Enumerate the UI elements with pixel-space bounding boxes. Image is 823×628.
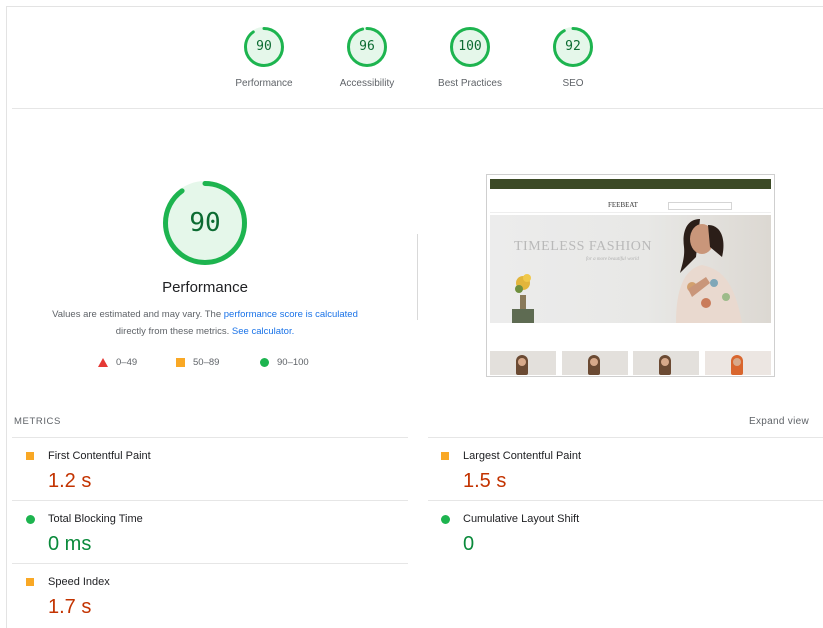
- thumb-hero-title: TIMELESS FASHION: [514, 239, 653, 254]
- desc-text: Values are estimated and may vary. The: [52, 309, 224, 320]
- header-divider: [12, 108, 823, 109]
- thumb-brand: FEEBEAT: [608, 201, 638, 209]
- metrics-divider: [428, 500, 823, 501]
- legend-average: 50–89: [176, 357, 219, 368]
- performance-title: Performance: [162, 279, 248, 296]
- thumb-hero-banner: TIMELESS FASHION for a more beautiful wo…: [490, 215, 771, 323]
- thumb-announcement-bar: [490, 179, 771, 189]
- metrics-divider: [12, 563, 408, 564]
- metrics-header: METRICS: [14, 416, 61, 427]
- thumb-promo-text: [490, 325, 771, 341]
- metric-value: 0 ms: [48, 533, 92, 555]
- metric-name: Cumulative Layout Shift: [463, 513, 580, 525]
- metric-first-contentful-paint[interactable]: First Contentful Paint 1.2 s: [26, 445, 396, 507]
- gauge-best-practices[interactable]: 100 Best Practices: [415, 26, 525, 89]
- thumb-hero-subtitle: for a more beautiful world: [586, 257, 639, 262]
- average-square-icon: [26, 452, 34, 460]
- performance-score-link[interactable]: performance score is calculated: [224, 309, 358, 320]
- performance-summary: 90 Performance Values are estimated and …: [20, 180, 390, 340]
- gauge-ring: 90: [243, 26, 285, 68]
- metric-total-blocking-time[interactable]: Total Blocking Time 0 ms: [26, 508, 396, 570]
- thumb-search-box: [668, 202, 732, 210]
- vertical-separator: [417, 234, 418, 320]
- gauge-accessibility[interactable]: 96 Accessibility: [312, 26, 422, 89]
- thumb-product-tile: [705, 351, 771, 375]
- gauge-score: 100: [458, 39, 482, 54]
- gauge-label: Best Practices: [438, 78, 502, 89]
- legend-range: 90–100: [277, 357, 309, 368]
- gauge-ring: 100: [449, 26, 491, 68]
- desc-text: directly from these metrics.: [115, 326, 232, 337]
- gauge-score: 96: [359, 39, 375, 54]
- metrics-divider: [12, 437, 408, 438]
- performance-score: 90: [189, 208, 221, 238]
- metric-name: Largest Contentful Paint: [463, 450, 582, 462]
- legend-range: 0–49: [116, 357, 138, 368]
- thumb-product-tile: [562, 351, 628, 375]
- legend-range: 50–89: [193, 357, 220, 368]
- thumb-product-tile: [490, 351, 556, 375]
- gauge-label: SEO: [562, 78, 584, 89]
- metric-name: First Contentful Paint: [48, 450, 151, 462]
- thumb-top-nav: [490, 189, 771, 199]
- metric-value: 1.5 s: [463, 470, 507, 492]
- gauge-ring: 92: [552, 26, 594, 68]
- metric-speed-index[interactable]: Speed Index 1.7 s: [26, 571, 396, 628]
- metric-value: 0: [463, 533, 475, 555]
- square-icon: [176, 357, 185, 367]
- plant-illustration: [512, 274, 534, 323]
- gauge-score: 90: [256, 39, 272, 54]
- gauge-label: Performance: [235, 78, 293, 89]
- metric-largest-contentful-paint[interactable]: Largest Contentful Paint 1.5 s: [441, 445, 811, 507]
- legend-fail: 0–49: [98, 357, 137, 368]
- gauge-label: Accessibility: [339, 78, 395, 89]
- category-gauges: 90 Performance 96 Accessibility 100 Best…: [0, 0, 823, 108]
- gauge-seo[interactable]: 92 SEO: [518, 26, 628, 89]
- metric-name: Total Blocking Time: [48, 513, 143, 525]
- model-illustration: [676, 219, 742, 323]
- metric-cumulative-layout-shift[interactable]: Cumulative Layout Shift 0: [441, 508, 811, 570]
- thumb-product-tile: [633, 351, 699, 375]
- legend-pass: 90–100: [260, 357, 309, 368]
- see-calculator-link[interactable]: See calculator.: [232, 326, 294, 337]
- gauge-ring: 96: [346, 26, 388, 68]
- gauge-performance[interactable]: 90 Performance: [209, 26, 319, 89]
- page-screenshot-thumbnail[interactable]: FEEBEAT TIMELESS FASHION for a more beau…: [486, 174, 775, 377]
- thumb-main-nav: FEEBEAT: [490, 199, 771, 213]
- circle-icon: [260, 357, 269, 367]
- thumb-product-row: [490, 351, 771, 375]
- gauge-score: 92: [565, 39, 581, 54]
- triangle-icon: [98, 357, 108, 367]
- average-square-icon: [26, 578, 34, 586]
- metrics-divider: [12, 500, 408, 501]
- performance-description: Values are estimated and may vary. The p…: [25, 306, 385, 340]
- performance-gauge: 90: [162, 180, 248, 266]
- metric-value: 1.2 s: [48, 470, 92, 492]
- average-square-icon: [441, 452, 449, 460]
- pass-circle-icon: [26, 515, 35, 524]
- metric-value: 1.7 s: [48, 596, 92, 618]
- pass-circle-icon: [441, 515, 450, 524]
- expand-view-toggle[interactable]: Expand view: [749, 416, 809, 427]
- metrics-divider: [428, 437, 823, 438]
- metric-name: Speed Index: [48, 576, 110, 588]
